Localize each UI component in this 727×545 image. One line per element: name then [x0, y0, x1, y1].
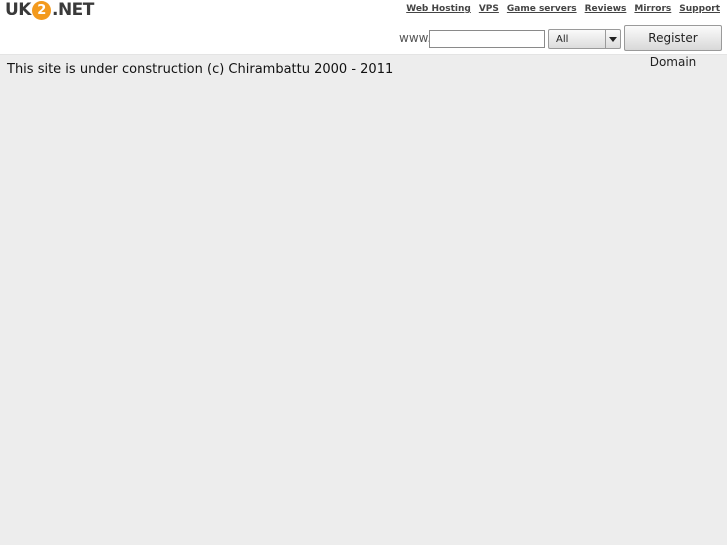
nav-link-mirrors[interactable]: Mirrors [634, 4, 671, 14]
nav-link-web-hosting[interactable]: Web Hosting [406, 4, 471, 14]
logo-circle: 2 [31, 1, 51, 20]
tld-selected-value: All [556, 34, 569, 45]
www-prefix-label: www. [399, 31, 432, 45]
nav-link-game-servers[interactable]: Game servers [507, 4, 577, 14]
top-bar: UK 2 .NET Web Hosting VPS Game servers R… [0, 0, 727, 21]
domain-name-input[interactable] [429, 30, 545, 48]
construction-message: This site is under construction (c) Chir… [7, 62, 394, 77]
logo-prefix: UK [5, 0, 31, 20]
chevron-down-icon[interactable] [605, 30, 620, 48]
tld-select[interactable]: All [548, 29, 621, 49]
logo-suffix: .NET [51, 0, 94, 20]
register-domain-button[interactable]: Register Domain [624, 25, 722, 69]
top-nav: Web Hosting VPS Game servers Reviews Mir… [406, 4, 720, 14]
nav-link-vps[interactable]: VPS [479, 4, 499, 14]
nav-link-support[interactable]: Support [679, 4, 720, 14]
nav-link-reviews[interactable]: Reviews [585, 4, 627, 14]
site-logo[interactable]: UK 2 .NET [5, 1, 94, 20]
domain-search-bar: www. All Register Domain [0, 21, 727, 69]
